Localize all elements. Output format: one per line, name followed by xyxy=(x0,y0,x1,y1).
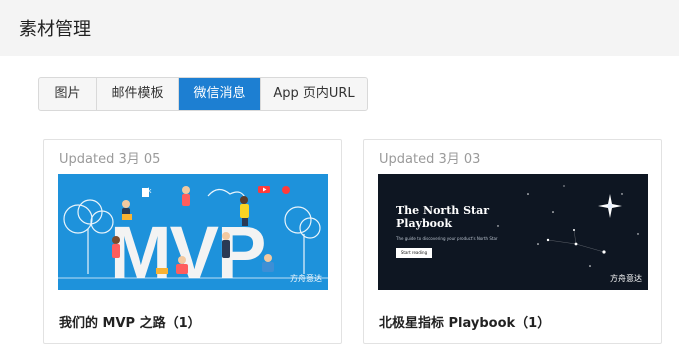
material-card[interactable]: Updated 3月 03 The North Star Playbook Th… xyxy=(363,139,662,344)
star-field xyxy=(497,185,639,267)
north-star-icon xyxy=(598,194,622,218)
tab-wechat-messages[interactable]: 微信消息 xyxy=(179,78,261,110)
thumb-start-button: Start reading xyxy=(396,248,432,258)
tab-images[interactable]: 图片 xyxy=(39,78,97,110)
thumb-title: The North Star Playbook xyxy=(396,204,490,230)
page-title: 素材管理 xyxy=(19,19,91,40)
mvp-badge: 2k xyxy=(144,188,152,195)
material-type-tabs: 图片 邮件模板 微信消息 App 页内URL xyxy=(38,77,368,111)
material-card[interactable]: Updated 3月 05 MVP 2k 方舟意达 我们的 MVP 之路（1） xyxy=(43,139,342,344)
card-thumbnail[interactable]: MVP 2k 方舟意达 xyxy=(58,174,328,290)
tab-app-url[interactable]: App 页内URL xyxy=(261,78,367,110)
mvp-illustration: MVP 2k xyxy=(58,186,328,290)
card-title[interactable]: 我们的 MVP 之路（1） xyxy=(59,312,201,331)
card-thumbnail[interactable]: The North Star Playbook The guide to dis… xyxy=(378,174,648,290)
watermark: 方舟意达 xyxy=(610,274,642,283)
card-updated-date: Updated 3月 05 xyxy=(59,152,161,167)
thumb-subtitle: The guide to discovering your product's … xyxy=(396,236,498,241)
card-title[interactable]: 北极星指标 Playbook（1） xyxy=(379,312,550,331)
top-bar: 素材管理 xyxy=(0,0,679,56)
watermark: 方舟意达 xyxy=(290,274,322,283)
card-updated-date: Updated 3月 03 xyxy=(379,152,481,167)
tab-email-templates[interactable]: 邮件模板 xyxy=(97,78,179,110)
